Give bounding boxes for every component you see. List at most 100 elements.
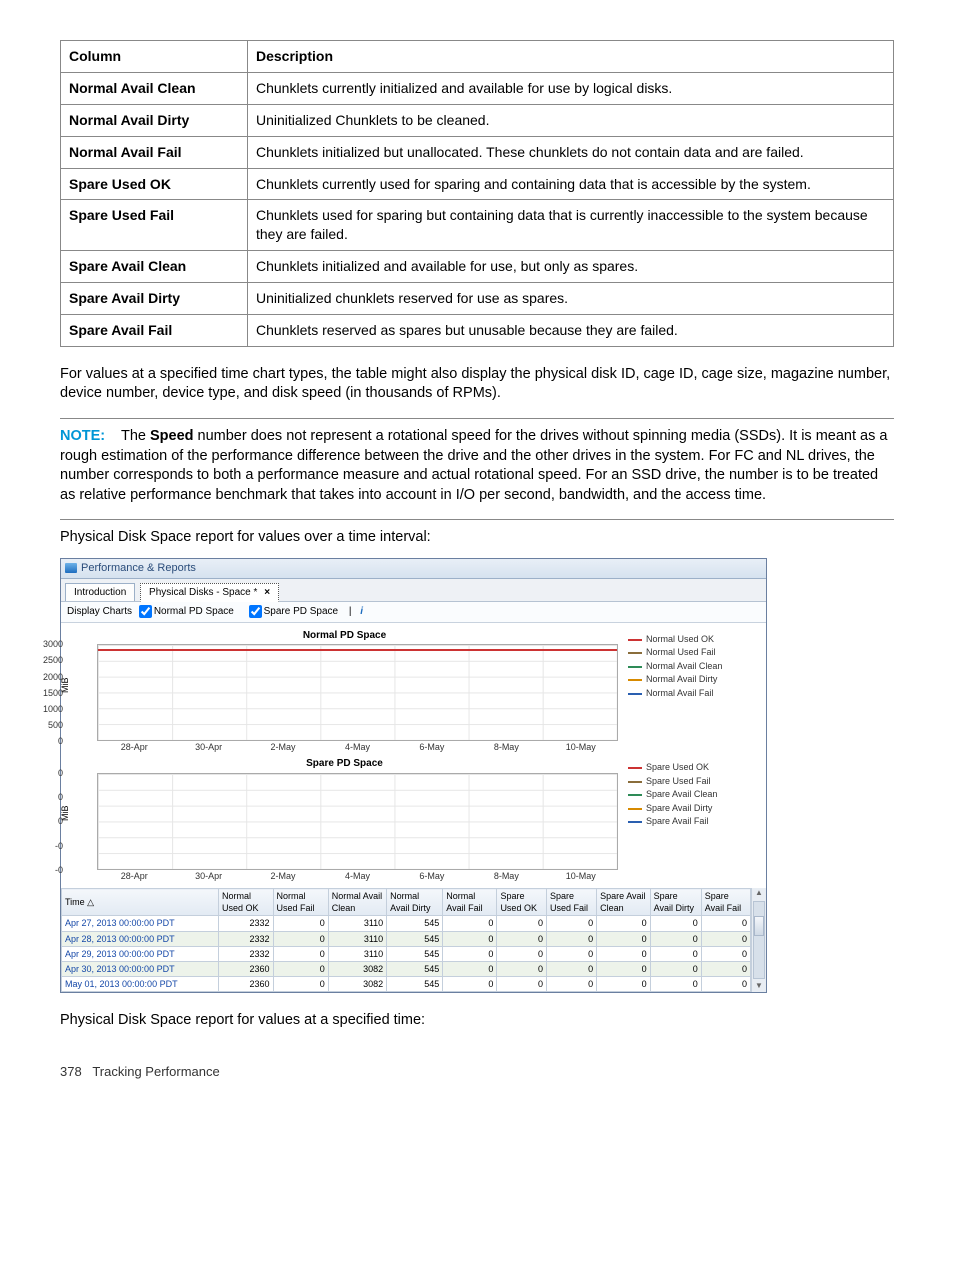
data-col-header[interactable]: Spare Used OK xyxy=(497,889,547,916)
x-tick: 8-May xyxy=(469,870,543,882)
table-row[interactable]: Apr 29, 2013 00:00:00 PDT233203110545000… xyxy=(62,946,751,961)
value-cell: 0 xyxy=(273,976,328,991)
value-cell: 0 xyxy=(546,976,596,991)
legend-swatch-icon xyxy=(628,652,642,654)
data-col-header[interactable]: Spare Used Fail xyxy=(546,889,596,916)
value-cell: 0 xyxy=(650,946,701,961)
sort-asc-icon: △ xyxy=(85,897,94,907)
legend-swatch-icon xyxy=(628,666,642,668)
x-tick: 28-Apr xyxy=(97,870,171,882)
data-col-header[interactable]: Normal Avail Clean xyxy=(328,889,386,916)
column-desc: Chunklets initialized and available for … xyxy=(248,251,894,283)
y-tick: -0 xyxy=(55,840,63,852)
chart-title: Spare PD Space xyxy=(67,757,622,771)
column-definitions-table: Column Description Normal Avail CleanChu… xyxy=(60,40,894,347)
data-col-header[interactable]: Normal Used OK xyxy=(219,889,274,916)
value-cell: 545 xyxy=(387,916,443,931)
y-tick: 0 xyxy=(58,815,63,827)
value-cell: 2332 xyxy=(219,946,274,961)
time-cell: Apr 29, 2013 00:00:00 PDT xyxy=(62,946,219,961)
value-cell: 545 xyxy=(387,931,443,946)
checkbox-normal-pd[interactable]: Normal PD Space xyxy=(135,606,234,617)
checkbox-spare-pd-input[interactable] xyxy=(249,605,262,618)
note-label: NOTE: xyxy=(60,428,105,444)
table-row[interactable]: Apr 28, 2013 00:00:00 PDT233203110545000… xyxy=(62,931,751,946)
page-number: 378 xyxy=(60,1064,82,1079)
table-row[interactable]: May 01, 2013 00:00:00 PDT236003082545000… xyxy=(62,976,751,991)
y-tick: 2500 xyxy=(43,654,63,666)
info-icon[interactable]: i xyxy=(360,606,363,617)
value-cell: 0 xyxy=(497,946,547,961)
chart-normal-pd-space: Normal PD Space MiB 30002500200015001000… xyxy=(67,629,622,754)
value-cell: 0 xyxy=(650,961,701,976)
column-name: Spare Avail Dirty xyxy=(61,283,248,315)
scroll-thumb[interactable] xyxy=(753,901,765,979)
data-col-header[interactable]: Spare Avail Dirty xyxy=(650,889,701,916)
value-cell: 3082 xyxy=(328,961,386,976)
page-footer: 378 Tracking Performance xyxy=(60,1063,894,1081)
value-cell: 0 xyxy=(443,961,497,976)
chart-legend: Normal Used OKNormal Used FailNormal Ava… xyxy=(622,629,760,701)
data-col-header[interactable]: Spare Avail Fail xyxy=(701,889,750,916)
scroll-down-icon[interactable]: ▼ xyxy=(755,981,763,992)
tab-introduction[interactable]: Introduction xyxy=(65,583,135,602)
value-cell: 0 xyxy=(497,916,547,931)
value-cell: 0 xyxy=(701,931,750,946)
legend-swatch-icon xyxy=(628,679,642,681)
table-row[interactable]: Apr 30, 2013 00:00:00 PDT236003082545000… xyxy=(62,961,751,976)
caption-interval: Physical Disk Space report for values ov… xyxy=(60,528,894,548)
column-name: Spare Avail Fail xyxy=(61,315,248,347)
window-title: Performance & Reports xyxy=(81,562,196,574)
value-cell: 0 xyxy=(546,931,596,946)
value-cell: 2332 xyxy=(219,916,274,931)
value-cell: 0 xyxy=(650,916,701,931)
value-cell: 545 xyxy=(387,976,443,991)
y-tick: -0 xyxy=(55,864,63,876)
x-tick: 8-May xyxy=(469,741,543,753)
table-row[interactable]: Apr 27, 2013 00:00:00 PDT233203110545000… xyxy=(62,916,751,931)
value-cell: 3082 xyxy=(328,976,386,991)
x-tick: 4-May xyxy=(320,741,394,753)
chart-title: Normal PD Space xyxy=(67,629,622,643)
time-cell: Apr 27, 2013 00:00:00 PDT xyxy=(62,916,219,931)
value-cell: 545 xyxy=(387,946,443,961)
value-cell: 2360 xyxy=(219,961,274,976)
value-cell: 0 xyxy=(701,916,750,931)
chart-legend: Spare Used OKSpare Used FailSpare Avail … xyxy=(622,757,760,829)
x-tick: 10-May xyxy=(544,741,618,753)
x-tick: 6-May xyxy=(395,870,469,882)
scroll-up-icon[interactable]: ▲ xyxy=(755,888,763,899)
value-cell: 0 xyxy=(443,946,497,961)
value-cell: 2332 xyxy=(219,931,274,946)
note-text-before: The xyxy=(121,428,150,444)
chart-icon xyxy=(65,563,77,573)
value-cell: 0 xyxy=(273,946,328,961)
checkbox-spare-pd[interactable]: Spare PD Space xyxy=(245,606,339,617)
legend-item: Normal Avail Clean xyxy=(628,660,758,674)
column-desc: Uninitialized chunklets reserved for use… xyxy=(248,283,894,315)
data-col-header[interactable]: Time △ xyxy=(62,889,219,916)
caption-specified: Physical Disk Space report for values at… xyxy=(60,1011,894,1031)
legend-item: Spare Used OK xyxy=(628,761,758,775)
column-desc: Chunklets currently initialized and avai… xyxy=(248,72,894,104)
close-icon[interactable]: × xyxy=(264,587,270,598)
chart-toolbar: Display Charts Normal PD Space Spare PD … xyxy=(61,602,766,623)
time-cell: May 01, 2013 00:00:00 PDT xyxy=(62,976,219,991)
data-table[interactable]: Time △Normal Used OKNormal Used FailNorm… xyxy=(61,888,751,992)
chart-plot-area[interactable] xyxy=(97,644,618,741)
y-tick: 3000 xyxy=(43,638,63,650)
y-tick: 0 xyxy=(58,735,63,747)
checkbox-normal-pd-input[interactable] xyxy=(139,605,152,618)
value-cell: 0 xyxy=(546,946,596,961)
tab-physical-disks-space[interactable]: Physical Disks - Space * × xyxy=(140,583,279,603)
scrollbar[interactable]: ▲ ▼ xyxy=(751,888,766,992)
legend-swatch-icon xyxy=(628,794,642,796)
data-col-header[interactable]: Normal Avail Fail xyxy=(443,889,497,916)
value-cell: 3110 xyxy=(328,916,386,931)
data-col-header[interactable]: Normal Avail Dirty xyxy=(387,889,443,916)
tab-bar: Introduction Physical Disks - Space * × xyxy=(61,579,766,603)
data-col-header[interactable]: Normal Used Fail xyxy=(273,889,328,916)
column-desc: Chunklets used for sparing but containin… xyxy=(248,200,894,251)
data-col-header[interactable]: Spare Avail Clean xyxy=(597,889,650,916)
chart-plot-area[interactable] xyxy=(97,773,618,870)
